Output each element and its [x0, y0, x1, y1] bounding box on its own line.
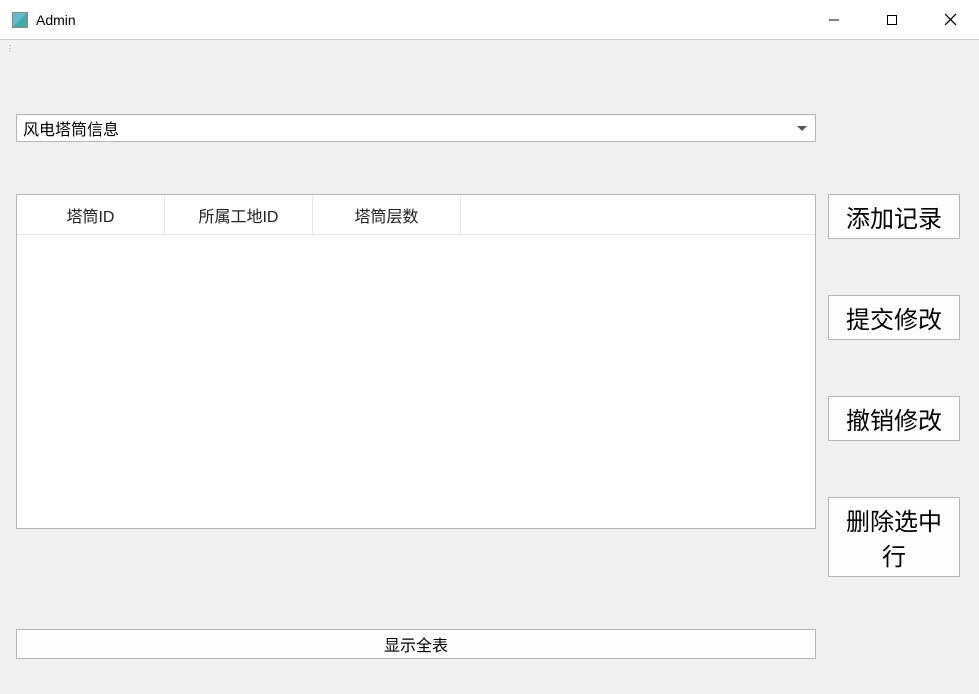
- revert-changes-button[interactable]: 撤销修改: [828, 396, 960, 441]
- column-header[interactable]: 塔筒ID: [17, 195, 165, 234]
- delete-selected-button[interactable]: 删除选中行: [828, 497, 960, 577]
- window-title: Admin: [36, 12, 76, 28]
- column-header[interactable]: 塔筒层数: [313, 195, 461, 234]
- toolbar-grip-icon: ⋮: [6, 44, 12, 50]
- dropdown-selected-value: 风电塔筒信息: [23, 116, 119, 140]
- minimize-button[interactable]: [805, 0, 863, 39]
- add-record-button[interactable]: 添加记录: [828, 194, 960, 239]
- data-table[interactable]: 塔筒ID 所属工地ID 塔筒层数: [16, 194, 816, 529]
- maximize-button[interactable]: [863, 0, 921, 39]
- table-header-row: 塔筒ID 所属工地ID 塔筒层数: [17, 195, 815, 235]
- content-area: ⋮ 风电塔筒信息 塔筒ID 所属工地ID 塔筒层数 添加记录 提交修改 撤销修改…: [0, 40, 979, 694]
- show-all-label: 显示全表: [384, 632, 448, 656]
- side-button-panel: 添加记录 提交修改 撤销修改 删除选中行: [828, 194, 960, 577]
- commit-changes-button[interactable]: 提交修改: [828, 295, 960, 340]
- window-controls: [805, 0, 979, 39]
- column-header[interactable]: 所属工地ID: [165, 195, 313, 234]
- app-icon: [12, 12, 28, 28]
- close-button[interactable]: [921, 0, 979, 39]
- show-all-button[interactable]: 显示全表: [16, 629, 816, 659]
- table-select-dropdown[interactable]: 风电塔筒信息: [16, 114, 816, 142]
- titlebar: Admin: [0, 0, 979, 40]
- chevron-down-icon: [797, 126, 807, 131]
